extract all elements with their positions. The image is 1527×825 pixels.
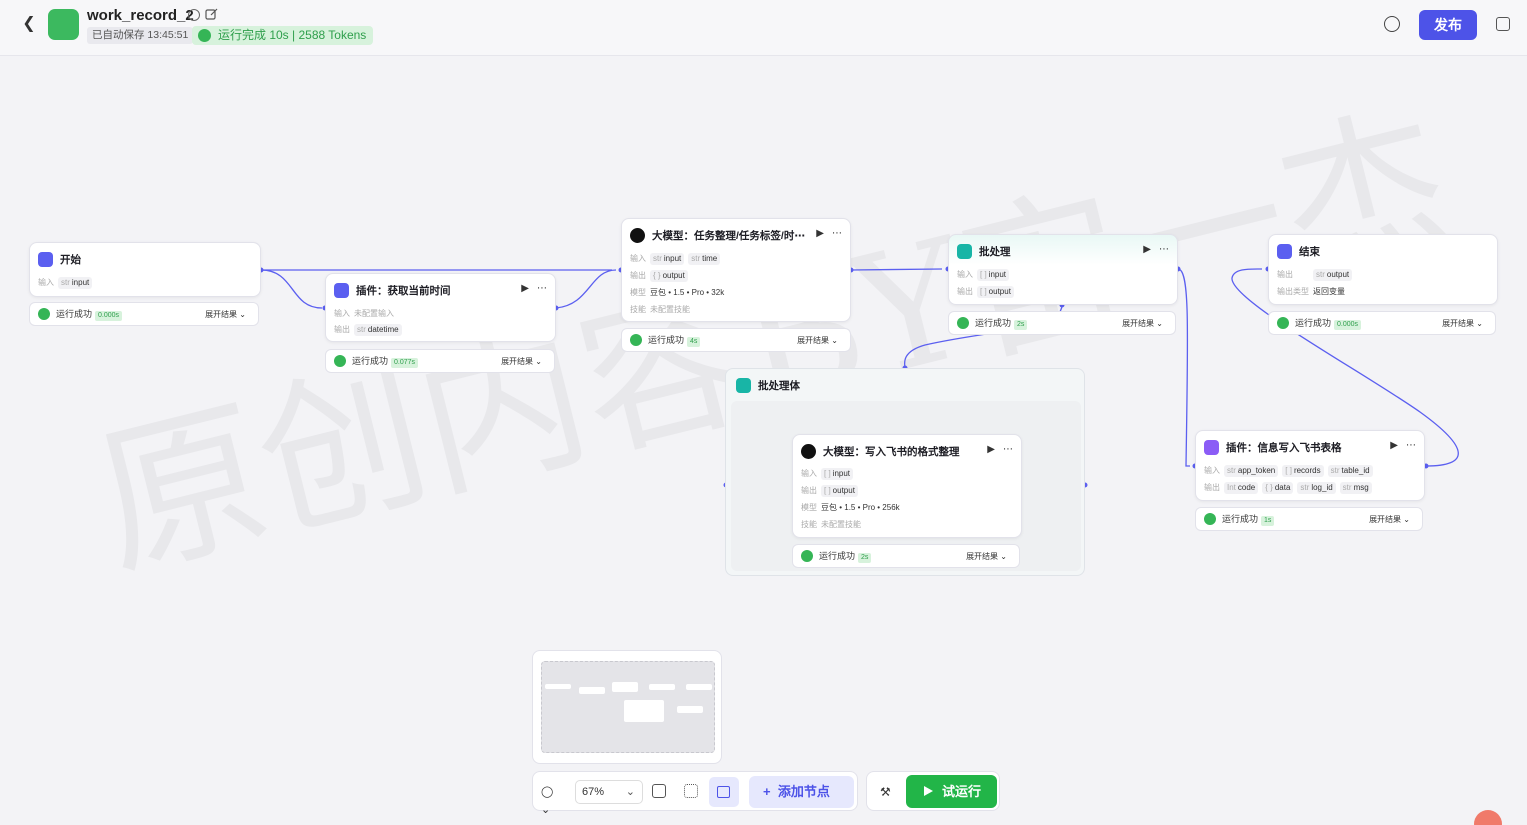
expand-result-button[interactable]: 展开结果 ⌄ <box>1369 513 1410 526</box>
minimap-node <box>579 687 605 694</box>
status-llm-task: 运行成功 4s 展开结果 ⌄ <box>621 328 851 352</box>
status-end: 运行成功 0.000s 展开结果 ⌄ <box>1268 311 1496 335</box>
add-node-button[interactable]: + 添加节点 <box>749 776 854 808</box>
batch-body-icon <box>736 378 751 393</box>
minimap-icon <box>717 786 730 798</box>
node-llm-task[interactable]: 大模型：任务整理/任务标签/时⋯ ▶ ⋯ 输入 str input str time 输出… <box>621 218 851 322</box>
expand-result-button[interactable]: 展开结果 ⌄ <box>205 308 246 321</box>
play-icon[interactable]: ▶ <box>816 228 824 239</box>
expand-result-button[interactable]: 展开结果 ⌄ <box>797 334 838 347</box>
success-check-icon <box>630 334 642 346</box>
mouse-mode-icon[interactable]: ◯ ⌄ <box>541 783 565 816</box>
canvas-toolbar: ◯ ⌄ 67% ⌄ + 添加节点 <box>532 771 858 816</box>
more-icon[interactable]: ⋯ <box>1406 440 1416 451</box>
run-toolbar: ⚒ 试运行 <box>866 771 1000 811</box>
llm-icon <box>630 228 645 243</box>
plugin-icon <box>334 283 349 298</box>
minimap-node <box>677 706 703 713</box>
node-title: 开始 <box>60 254 81 266</box>
node-title: 大模型：写入飞书的格式整理 <box>823 446 960 458</box>
edge-start-plugin <box>260 269 323 309</box>
expand-result-button[interactable]: 展开结果 ⌄ <box>966 550 1007 563</box>
wrench-icon[interactable]: ⚒ <box>880 783 896 801</box>
expand-result-button[interactable]: 展开结果 ⌄ <box>1122 317 1163 330</box>
minimap-toggle-button[interactable] <box>709 777 739 807</box>
play-icon[interactable]: ▶ <box>1143 244 1151 255</box>
minimap[interactable] <box>532 650 722 764</box>
play-icon <box>924 786 933 796</box>
play-icon[interactable]: ▶ <box>1390 440 1398 451</box>
success-check-icon <box>1277 317 1289 329</box>
success-check-icon <box>957 317 969 329</box>
success-check-icon <box>1204 513 1216 525</box>
comment-icon[interactable] <box>652 784 666 798</box>
node-title: 插件：信息写入飞书表格 <box>1226 442 1342 454</box>
param-tag: str datetime <box>354 324 402 336</box>
end-icon <box>1277 244 1292 259</box>
edge-plugin-llm <box>555 269 617 309</box>
node-end[interactable]: 结束 输出 str output 输出类型 返回变量 <box>1268 234 1498 305</box>
success-check-icon <box>334 355 346 367</box>
start-icon <box>38 252 53 267</box>
expand-result-button[interactable]: 展开结果 ⌄ <box>1442 317 1483 330</box>
minimap-node <box>624 700 664 722</box>
llm-icon <box>801 444 816 459</box>
minimap-node <box>545 684 571 689</box>
minimap-node <box>649 684 675 690</box>
more-icon[interactable]: ⋯ <box>1003 444 1013 455</box>
node-title: 大模型：任务整理/任务标签/时⋯ <box>652 230 805 242</box>
status-llm-format: 运行成功 2s 展开结果 ⌄ <box>792 544 1020 568</box>
node-title: 结束 <box>1299 246 1320 258</box>
node-plugin-sheet[interactable]: 插件：信息写入飞书表格 ▶ ⋯ 输入 str app_token[ ] records s… <box>1195 430 1425 501</box>
plus-icon: + <box>763 784 778 799</box>
node-batch[interactable]: 批处理 ▶ ⋯ 输入[ ] input 输出[ ] output <box>948 234 1178 305</box>
edge-batch-end <box>1177 268 1190 467</box>
more-icon[interactable]: ⋯ <box>537 283 547 294</box>
zoom-select[interactable]: 67% ⌄ <box>575 780 643 804</box>
param-tag: str input <box>58 277 93 289</box>
node-start[interactable]: 开始 输入 str input <box>29 242 261 297</box>
success-check-icon <box>801 550 813 562</box>
node-llm-format[interactable]: 大模型：写入飞书的格式整理 ▶ ⋯ 输入[ ] input 输出[ ] output … <box>792 434 1022 538</box>
expand-result-button[interactable]: 展开结果 ⌄ <box>501 355 542 368</box>
status-batch: 运行成功 2s 展开结果 ⌄ <box>948 311 1176 335</box>
batch-icon <box>957 244 972 259</box>
edge-llm-batch <box>850 268 943 271</box>
status-start: 运行成功 0.000s 展开结果 ⌄ <box>29 302 259 326</box>
minimap-node <box>612 682 638 692</box>
node-plugin-time[interactable]: 插件：获取当前时间 ▶ ⋯ 输入 未配置输入 输出 str datetime <box>325 273 556 342</box>
node-title: 插件：获取当前时间 <box>356 285 451 297</box>
play-icon[interactable]: ▶ <box>521 283 529 294</box>
test-run-button[interactable]: 试运行 <box>906 775 997 808</box>
more-icon[interactable]: ⋯ <box>832 228 842 239</box>
more-icon[interactable]: ⋯ <box>1159 244 1169 255</box>
success-check-icon <box>38 308 50 320</box>
group-title: 批处理体 <box>758 380 800 392</box>
grid-layout-icon[interactable] <box>684 784 698 798</box>
status-plugin-time: 运行成功 0.077s 展开结果 ⌄ <box>325 349 555 373</box>
node-title: 批处理 <box>979 246 1011 258</box>
play-icon[interactable]: ▶ <box>987 444 995 455</box>
minimap-node <box>686 684 712 690</box>
chevron-down-icon: ⌄ <box>625 786 635 798</box>
minimap-viewport[interactable] <box>541 661 715 753</box>
plugin-icon <box>1204 440 1219 455</box>
row-label: 输入 <box>38 278 54 287</box>
status-plugin-sheet: 运行成功 1s 展开结果 ⌄ <box>1195 507 1423 531</box>
